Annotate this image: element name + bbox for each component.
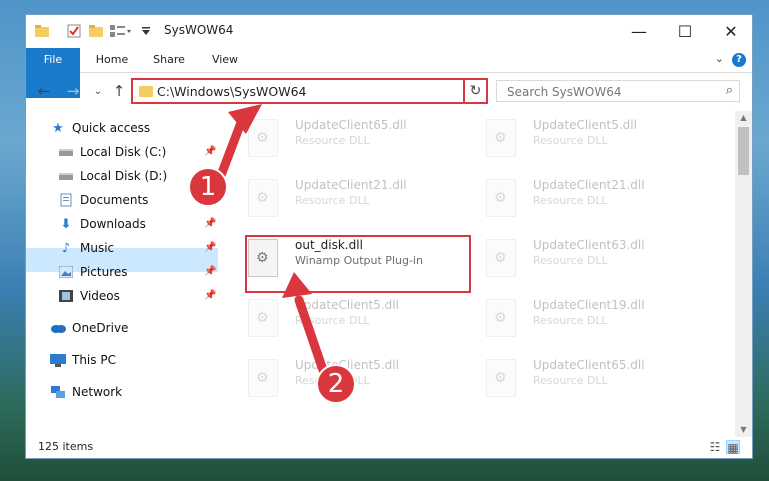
- arrow-1: [215, 104, 262, 183]
- annotation-arrows: [215, 104, 328, 375]
- arrow-2: [282, 272, 328, 375]
- step-2-badge: 2: [316, 364, 356, 404]
- step-1-badge: 1: [188, 167, 228, 207]
